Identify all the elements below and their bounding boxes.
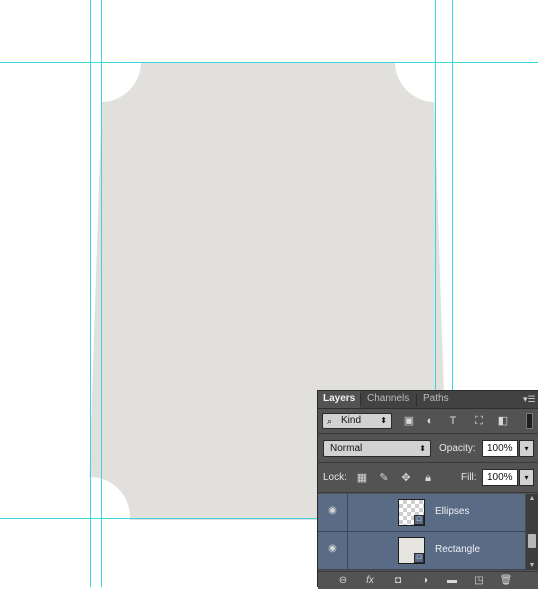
fill-input[interactable]: 100%: [482, 469, 518, 486]
shape-layer-icon: □: [414, 553, 424, 563]
divider: [318, 433, 538, 434]
lock-image-icon[interactable]: ✎: [377, 471, 391, 485]
horizontal-guide[interactable]: [0, 62, 538, 63]
add-mask-icon[interactable]: ◘: [390, 573, 406, 588]
new-group-icon[interactable]: ▬: [444, 573, 460, 588]
blend-mode-value: Normal: [330, 443, 363, 454]
layer-row-ellipses[interactable]: ◉ □ Ellipses: [318, 494, 525, 532]
layer-name[interactable]: Ellipses: [435, 506, 469, 517]
tab-layers[interactable]: Layers: [318, 391, 361, 408]
shape-filter-icon[interactable]: ⛶: [472, 414, 486, 428]
tab-channels[interactable]: Channels: [362, 391, 414, 408]
eye-icon: ◉: [328, 505, 337, 516]
image-filter-icon[interactable]: ▣: [402, 414, 416, 428]
fx-icon[interactable]: fx: [362, 573, 378, 588]
visibility-toggle[interactable]: ◉: [318, 532, 348, 569]
lock-position-icon[interactable]: ✥: [399, 471, 413, 485]
visibility-toggle[interactable]: ◉: [318, 494, 348, 531]
updown-icon: ⬍: [380, 416, 387, 425]
divider: [318, 462, 538, 463]
layer-row-rectangle[interactable]: ◉ □ Rectangle: [318, 532, 525, 570]
layer-thumbnail[interactable]: □: [398, 537, 425, 564]
filter-toggle-switch[interactable]: [526, 413, 533, 429]
opacity-input[interactable]: 100%: [482, 440, 518, 457]
blend-row: Normal ⬍ Opacity: 100% ▾: [318, 437, 538, 459]
layer-name[interactable]: Rectangle: [435, 544, 480, 555]
tab-divider: [360, 393, 361, 406]
layers-list: ◉ □ Ellipses ◉ □ Rectangle ▲ ▼: [318, 494, 538, 570]
adjustment-layer-icon[interactable]: ◑: [417, 573, 433, 588]
kind-label: Kind: [341, 415, 362, 426]
new-layer-icon[interactable]: ◳: [471, 573, 487, 588]
opacity-label: Opacity:: [439, 443, 476, 454]
divider: [318, 492, 538, 493]
lock-label: Lock:: [323, 472, 347, 483]
scroll-down-icon[interactable]: ▼: [526, 561, 538, 570]
panel-bottom-bar: ⊖ fx ◘ ◑ ▬ ◳ 🗑︎: [318, 571, 538, 589]
lock-row: Lock: ▦ ✎ ✥ 🔒︎ Fill: 100% ▾: [318, 466, 538, 488]
smart-object-filter-icon[interactable]: ◧: [496, 414, 510, 428]
layer-thumbnail[interactable]: □: [398, 499, 425, 526]
blend-mode-select[interactable]: Normal ⬍: [323, 440, 431, 457]
scroll-up-icon[interactable]: ▲: [526, 494, 538, 503]
panel-menu-icon[interactable]: ▾☰: [523, 393, 536, 405]
type-filter-icon[interactable]: T: [446, 414, 460, 428]
kind-filter-select[interactable]: ⌕ Kind ⬍: [322, 413, 392, 429]
tab-divider: [416, 393, 417, 406]
eye-icon: ◉: [328, 543, 337, 554]
adjustment-filter-icon[interactable]: ◐: [423, 414, 437, 428]
fill-dropdown-button[interactable]: ▾: [519, 469, 534, 486]
shape-layer-icon: □: [414, 515, 424, 525]
layers-scrollbar[interactable]: ▲ ▼: [526, 494, 538, 570]
delete-icon[interactable]: 🗑︎: [498, 573, 514, 588]
scroll-thumb[interactable]: [528, 534, 536, 548]
updown-icon: ⬍: [419, 444, 426, 453]
layers-panel: Layers Channels Paths ▾☰ ⌕ Kind ⬍ ▣ ◐ T …: [317, 390, 538, 589]
link-layers-icon[interactable]: ⊖: [335, 573, 351, 588]
search-icon: ⌕: [327, 416, 333, 426]
lock-transparent-icon[interactable]: ▦: [355, 471, 369, 485]
opacity-dropdown-button[interactable]: ▾: [519, 440, 534, 457]
vertical-guide[interactable]: [101, 0, 102, 587]
vertical-guide[interactable]: [90, 0, 91, 587]
panel-tab-bar: Layers Channels Paths ▾☰: [318, 391, 538, 409]
lock-all-icon[interactable]: 🔒︎: [421, 471, 435, 485]
fill-label: Fill:: [461, 472, 477, 483]
tab-paths[interactable]: Paths: [418, 391, 454, 408]
filter-row: ⌕ Kind ⬍ ▣ ◐ T ⛶ ◧: [318, 409, 538, 431]
